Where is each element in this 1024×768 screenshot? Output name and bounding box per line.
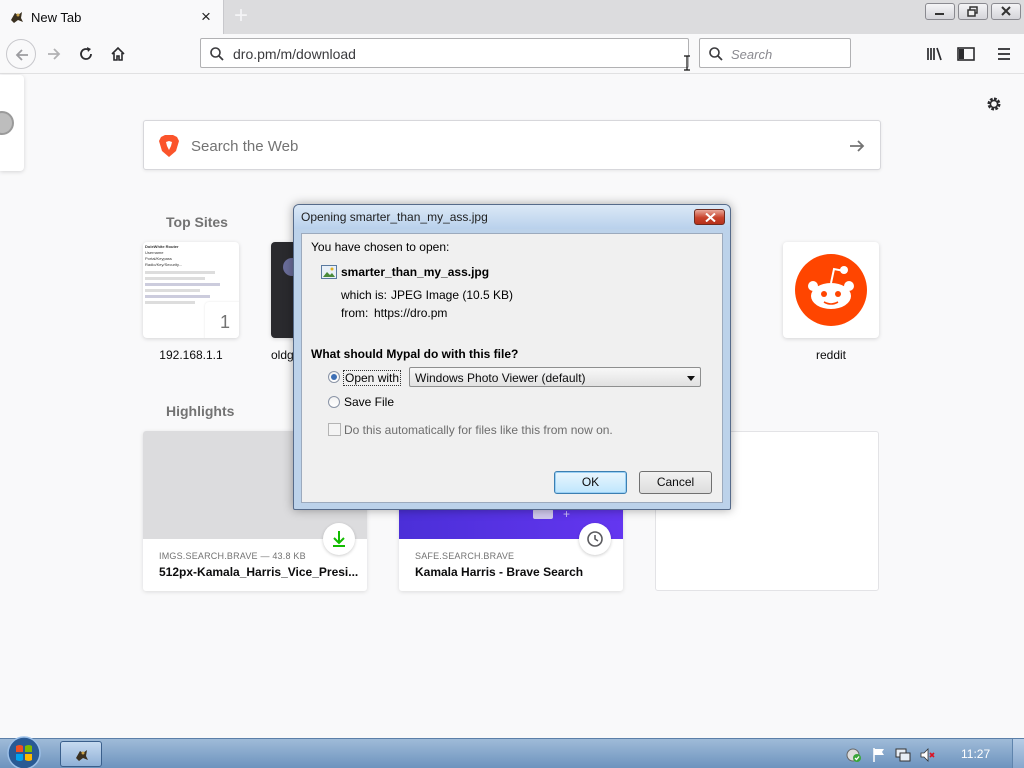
highlights-heading: Highlights xyxy=(166,403,235,419)
save-file-radio[interactable] xyxy=(328,396,340,408)
history-badge xyxy=(579,523,611,555)
reddit-logo-icon xyxy=(795,254,867,326)
window-close-button[interactable] xyxy=(991,3,1021,20)
arrow-right-icon xyxy=(48,48,61,60)
library-button[interactable] xyxy=(924,43,946,65)
chevron-down-icon xyxy=(687,376,695,381)
download-icon xyxy=(333,531,345,547)
tab-title: New Tab xyxy=(31,10,82,25)
menu-button[interactable] xyxy=(993,43,1015,65)
dialog-title: Opening smarter_than_my_ass.jpg xyxy=(301,210,488,224)
top-site-tile[interactable]: DoleWhite Router Username Portal/Keypass… xyxy=(143,242,239,362)
url-text[interactable]: dro.pm/m/download xyxy=(233,46,356,62)
action-question: What should Mypal do with this file? xyxy=(311,347,519,361)
download-badge xyxy=(323,523,355,555)
download-dialog: Opening smarter_than_my_ass.jpg You have… xyxy=(293,204,731,510)
image-file-icon xyxy=(321,265,337,279)
tab-new-tab[interactable]: New Tab × xyxy=(0,0,224,34)
text-cursor-icon xyxy=(684,55,690,71)
home-button[interactable] xyxy=(104,40,132,68)
ok-button[interactable]: OK xyxy=(554,471,627,494)
highlight-title: 512px-Kamala_Harris_Vice_Presi... xyxy=(159,565,359,579)
gear-icon[interactable] xyxy=(985,95,1003,113)
action-center-flag-icon[interactable] xyxy=(871,747,887,763)
brave-logo-icon xyxy=(159,135,179,157)
tab-close-icon[interactable]: × xyxy=(196,7,216,27)
globe-icon xyxy=(0,111,14,135)
sidebar-icon xyxy=(957,47,975,61)
save-file-label[interactable]: Save File xyxy=(344,395,394,409)
source-url-value: https://dro.pm xyxy=(374,306,448,320)
restore-icon xyxy=(967,6,978,17)
auto-action-label[interactable]: Do this automatically for files like thi… xyxy=(344,423,613,437)
top-sites-heading: Top Sites xyxy=(166,214,228,230)
dialog-titlebar[interactable]: Opening smarter_than_my_ass.jpg xyxy=(294,205,730,229)
show-desktop-button[interactable] xyxy=(1012,739,1024,768)
security-shield-icon[interactable] xyxy=(846,747,862,763)
home-icon xyxy=(111,46,125,61)
cancel-button[interactable]: Cancel xyxy=(639,471,712,494)
restore-button[interactable] xyxy=(958,3,988,20)
reload-icon xyxy=(80,47,92,60)
open-with-radio[interactable] xyxy=(328,371,340,383)
highlight-title: Kamala Harris - Brave Search xyxy=(415,565,584,579)
selected-app: Windows Photo Viewer (default) xyxy=(415,371,586,385)
url-bar[interactable]: dro.pm/m/download xyxy=(200,38,690,71)
mypal-favicon-icon xyxy=(11,12,23,23)
arrow-left-icon xyxy=(15,49,28,61)
dialog-close-button[interactable] xyxy=(694,209,725,225)
web-search-placeholder: Search the Web xyxy=(191,138,299,155)
volume-muted-icon[interactable] xyxy=(920,747,936,763)
start-button-windows-icon[interactable] xyxy=(4,736,44,768)
top-site-label: 192.168.1.1 xyxy=(159,348,223,362)
top-site-tile[interactable]: reddit xyxy=(783,242,879,362)
forward-button[interactable] xyxy=(40,40,68,68)
tab-strip: New Tab × + xyxy=(0,0,1024,34)
sidebar-button[interactable] xyxy=(955,43,977,65)
hamburger-menu-icon xyxy=(998,48,1010,60)
top-site-badge: 1 xyxy=(205,302,239,338)
close-icon xyxy=(1001,6,1011,16)
network-icon[interactable] xyxy=(895,747,911,763)
highlight-source: SAFE.SEARCH.BRAVE xyxy=(415,551,515,561)
library-icon xyxy=(927,47,942,61)
new-tab-button[interactable]: + xyxy=(230,4,252,28)
back-button[interactable] xyxy=(6,39,36,69)
open-with-app-select[interactable]: Windows Photo Viewer (default) xyxy=(409,367,701,387)
which-is-label: which is: xyxy=(341,288,388,302)
search-placeholder: Search xyxy=(731,47,773,62)
dialog-body: You have chosen to open: smarter_than_my… xyxy=(301,233,723,503)
minimize-icon xyxy=(935,13,944,15)
auto-action-checkbox[interactable] xyxy=(328,423,341,436)
taskbar-mypal-button[interactable] xyxy=(60,741,102,767)
minimize-button[interactable] xyxy=(925,3,955,20)
file-type-value: JPEG Image (10.5 KB) xyxy=(391,288,514,302)
top-site-thumbnail xyxy=(783,242,879,338)
chosen-label: You have chosen to open: xyxy=(311,240,450,254)
preview-line: Radio/Key/Security... xyxy=(145,262,183,267)
web-search-box[interactable]: Search the Web xyxy=(143,120,881,170)
arrow-right-icon[interactable] xyxy=(847,136,867,156)
top-site-label: reddit xyxy=(815,348,847,362)
file-name: smarter_than_my_ass.jpg xyxy=(341,265,490,279)
top-site-thumbnail: DoleWhite Router Username Portal/Keypass… xyxy=(143,242,239,338)
router-page-preview: DoleWhite Router Username Portal/Keypass… xyxy=(145,244,237,307)
mypal-app-icon xyxy=(76,750,88,761)
highlight-source: IMGS.SEARCH.BRAVE — 43.8 KB xyxy=(159,551,306,561)
clock-icon xyxy=(587,531,603,547)
search-bar[interactable]: Search xyxy=(699,38,851,68)
navigation-toolbar: dro.pm/m/download Search xyxy=(0,34,1024,74)
reload-button[interactable] xyxy=(72,40,100,68)
search-icon xyxy=(709,47,723,61)
clock[interactable]: 11:27 xyxy=(961,747,990,761)
taskbar: 11:27 xyxy=(0,736,1024,768)
from-label: from: xyxy=(341,306,369,320)
top-site-tile-partial[interactable] xyxy=(0,75,24,171)
search-icon xyxy=(210,47,224,61)
close-icon xyxy=(705,213,716,222)
open-with-label[interactable]: Open with xyxy=(343,370,402,386)
